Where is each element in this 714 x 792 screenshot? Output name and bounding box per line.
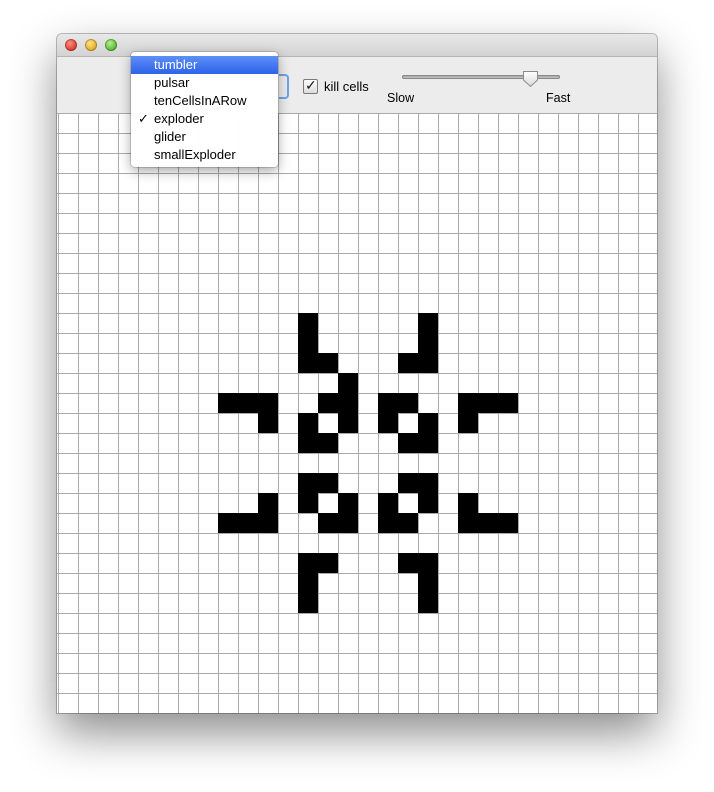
live-cell[interactable] [458,513,478,533]
menu-item-exploder[interactable]: ✓ exploder [131,110,278,128]
live-cell[interactable] [298,333,318,353]
menu-item-pulsar[interactable]: pulsar [131,74,278,92]
menu-item-label: smallExploder [154,147,236,162]
live-cell[interactable] [338,393,358,413]
live-cell[interactable] [338,413,358,433]
live-cell[interactable] [318,433,338,453]
live-cell[interactable] [338,513,358,533]
menu-item-smallExploder[interactable]: smallExploder [131,146,278,164]
live-cell[interactable] [298,593,318,613]
zoom-button[interactable] [105,39,117,51]
live-cell[interactable] [218,513,238,533]
live-cell[interactable] [298,573,318,593]
live-cell[interactable] [258,513,278,533]
speed-slider-thumb[interactable] [522,70,539,88]
close-button[interactable] [65,39,77,51]
live-cell[interactable] [378,393,398,413]
live-cell[interactable] [258,393,278,413]
live-cell[interactable] [298,313,318,333]
live-cell[interactable] [418,413,438,433]
live-cell[interactable] [478,513,498,533]
live-cell[interactable] [238,393,258,413]
checkmark-icon: ✓ [305,76,317,93]
live-cell[interactable] [318,353,338,373]
menu-item-label: pulsar [154,75,190,90]
live-cell[interactable] [298,413,318,433]
menu-item-glider[interactable]: glider [131,128,278,146]
live-cell[interactable] [418,333,438,353]
live-cell[interactable] [418,473,438,493]
live-cell[interactable] [338,373,358,393]
menu-item-label: glider [154,129,186,144]
live-cell[interactable] [318,513,338,533]
live-cell[interactable] [418,593,438,613]
menu-item-label: tumbler [154,57,198,72]
live-cell[interactable] [398,553,418,573]
live-cell[interactable] [298,493,318,513]
live-cell[interactable] [398,353,418,373]
live-cell[interactable] [398,393,418,413]
live-cell[interactable] [298,353,318,373]
live-cell[interactable] [218,393,238,413]
live-cell[interactable] [318,473,338,493]
live-cell[interactable] [498,513,518,533]
live-cell[interactable] [418,433,438,453]
fast-label: Fast [546,91,571,105]
live-cell[interactable] [398,433,418,453]
live-cell[interactable] [498,393,518,413]
pattern-dropdown-menu: tumbler pulsar tenCellsInARow ✓ exploder glid… [131,52,278,167]
live-cell[interactable] [398,513,418,533]
menu-item-tenCellsInARow[interactable]: tenCellsInARow [131,92,278,110]
kill-cells-label: kill cells [324,78,369,94]
pattern-combo-box[interactable] [279,74,289,99]
live-cell[interactable] [318,553,338,573]
live-cell[interactable] [298,473,318,493]
live-cell[interactable] [418,573,438,593]
live-cell[interactable] [258,493,278,513]
live-cell[interactable] [418,313,438,333]
menu-item-label: exploder [154,111,204,126]
kill-cells-checkbox[interactable]: ✓ [303,76,318,94]
menu-item-tumbler[interactable]: tumbler [131,56,278,74]
live-cell[interactable] [378,513,398,533]
live-cell[interactable] [298,433,318,453]
slow-label: Slow [387,91,415,105]
live-cell[interactable] [418,493,438,513]
menu-item-label: tenCellsInARow [154,93,247,108]
live-cell[interactable] [458,393,478,413]
live-cell[interactable] [378,413,398,433]
cell-grid[interactable] [57,113,657,713]
live-cell[interactable] [418,553,438,573]
checkmark-icon: ✓ [138,111,149,126]
live-cell[interactable] [398,473,418,493]
live-cell[interactable] [458,413,478,433]
live-cell[interactable] [318,393,338,413]
live-cell[interactable] [458,493,478,513]
kill-cells-control[interactable]: ✓ kill cells [303,77,369,95]
live-cell[interactable] [238,513,258,533]
live-cell[interactable] [378,493,398,513]
live-cell[interactable] [298,553,318,573]
live-cell[interactable] [478,393,498,413]
live-cell[interactable] [418,353,438,373]
minimize-button[interactable] [85,39,97,51]
live-cell[interactable] [338,493,358,513]
live-cell[interactable] [258,413,278,433]
